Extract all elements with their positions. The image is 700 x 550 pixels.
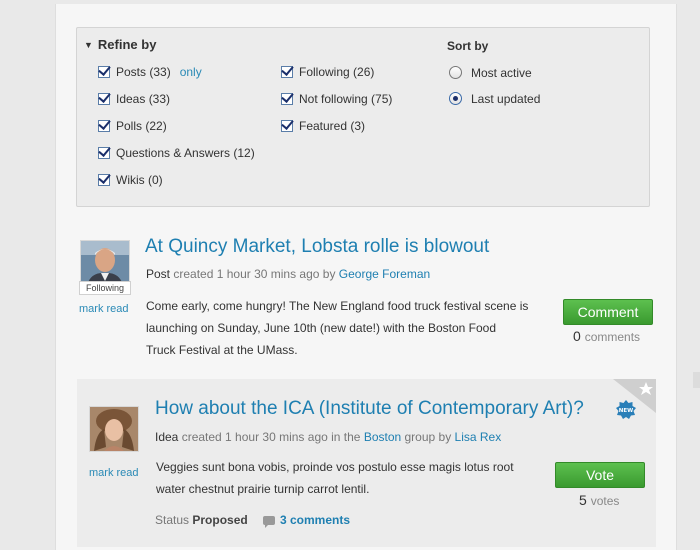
filter-polls[interactable]: Polls (22)	[98, 118, 167, 134]
filter-posts[interactable]: Posts (33) only	[98, 64, 202, 80]
body-line: Truck Festival at the UMass.	[146, 343, 298, 357]
triangle-down-icon: ▼	[84, 40, 93, 50]
filter-not-following[interactable]: Not following (75)	[281, 91, 392, 107]
filter-featured[interactable]: Featured (3)	[281, 118, 365, 134]
meta-text: group by	[401, 430, 455, 444]
body-line: Come early, come hungry! The New England…	[146, 299, 529, 313]
filter-following[interactable]: Following (26)	[281, 64, 374, 80]
post-title[interactable]: How about the ICA (Institute of Contempo…	[155, 398, 584, 420]
new-badge-icon: NEW	[616, 400, 636, 419]
checkbox-checked-icon[interactable]	[281, 66, 293, 78]
post-type: Idea	[155, 430, 179, 444]
post-status: Status Proposed	[155, 513, 248, 527]
filter-label: Questions & Answers (12)	[116, 146, 255, 160]
scrollbar-edge	[693, 372, 700, 388]
meta-text: created 1 hour 30 mins ago in the	[178, 430, 364, 444]
vote-count: 5 votes	[579, 492, 619, 508]
count-value: 5	[579, 492, 587, 508]
only-link[interactable]: only	[180, 65, 202, 79]
new-badge-text: NEW	[619, 408, 633, 414]
sort-title: Sort by	[447, 39, 489, 53]
post-body: Come early, come hungry! The New England…	[146, 295, 546, 361]
body-line: Veggies sunt bona vobis, proinde vos pos…	[156, 460, 514, 474]
post-type: Post	[146, 267, 171, 281]
filter-label: Posts (33)	[116, 65, 171, 79]
mark-read-link[interactable]: mark read	[89, 467, 139, 479]
checkbox-checked-icon[interactable]	[98, 66, 110, 78]
radio-selected-icon[interactable]	[449, 92, 462, 105]
filter-ideas[interactable]: Ideas (33)	[98, 91, 170, 107]
filter-wikis[interactable]: Wikis (0)	[98, 172, 163, 188]
post-meta: Idea created 1 hour 30 mins ago in the B…	[155, 430, 501, 444]
vote-button[interactable]: Vote	[555, 462, 645, 488]
filter-label: Featured (3)	[299, 119, 366, 133]
filter-label: Polls (22)	[116, 119, 167, 133]
comments-link[interactable]: 3 comments	[263, 513, 350, 528]
mark-read-link[interactable]: mark read	[79, 303, 129, 315]
count-value: 0	[573, 328, 581, 344]
post-meta: Post created 1 hour 30 mins ago by Georg…	[146, 267, 430, 281]
sort-option-label: Most active	[471, 66, 532, 80]
checkbox-checked-icon[interactable]	[98, 174, 110, 186]
author-link[interactable]: Lisa Rex	[455, 430, 502, 444]
comments-link-label[interactable]: 3 comments	[280, 513, 350, 527]
avatar[interactable]	[89, 406, 139, 452]
group-link[interactable]: Boston	[364, 430, 401, 444]
filter-label: Wikis (0)	[116, 173, 163, 187]
checkbox-checked-icon[interactable]	[98, 93, 110, 105]
sort-last-updated[interactable]: Last updated	[449, 91, 540, 107]
post-body: Veggies sunt bona vobis, proinde vos pos…	[156, 456, 546, 500]
sort-most-active[interactable]: Most active	[449, 65, 532, 81]
checkbox-checked-icon[interactable]	[281, 93, 293, 105]
meta-text: created 1 hour 30 mins ago by	[170, 267, 339, 281]
filter-label: Ideas (33)	[116, 92, 171, 106]
comment-count: 0 comments	[573, 328, 640, 344]
refine-toggle[interactable]: ▼ Refine by	[84, 37, 156, 52]
filter-questions-answers[interactable]: Questions & Answers (12)	[98, 145, 255, 161]
count-label: comments	[584, 330, 641, 344]
post-title[interactable]: At Quincy Market, Lobsta rolle is blowou…	[145, 236, 489, 258]
body-line: launching on Sunday, June 10th (new date…	[146, 321, 497, 335]
checkbox-checked-icon[interactable]	[98, 147, 110, 159]
author-link[interactable]: George Foreman	[339, 267, 430, 281]
sort-option-label: Last updated	[471, 92, 541, 106]
following-badge: Following	[79, 281, 131, 295]
avatar[interactable]	[80, 240, 130, 286]
radio-unselected-icon[interactable]	[449, 66, 462, 79]
checkbox-checked-icon[interactable]	[98, 120, 110, 132]
body-line: water chestnut prairie turnip carrot len…	[156, 482, 370, 496]
filter-label: Not following (75)	[299, 92, 393, 106]
checkbox-checked-icon[interactable]	[281, 120, 293, 132]
filter-label: Following (26)	[299, 65, 375, 79]
comment-bubble-icon	[263, 516, 275, 528]
refine-title: Refine by	[97, 37, 157, 52]
count-label: votes	[590, 494, 620, 508]
status-value: Proposed	[192, 513, 248, 527]
comment-button[interactable]: Comment	[563, 299, 653, 325]
status-label: Status	[155, 513, 190, 527]
